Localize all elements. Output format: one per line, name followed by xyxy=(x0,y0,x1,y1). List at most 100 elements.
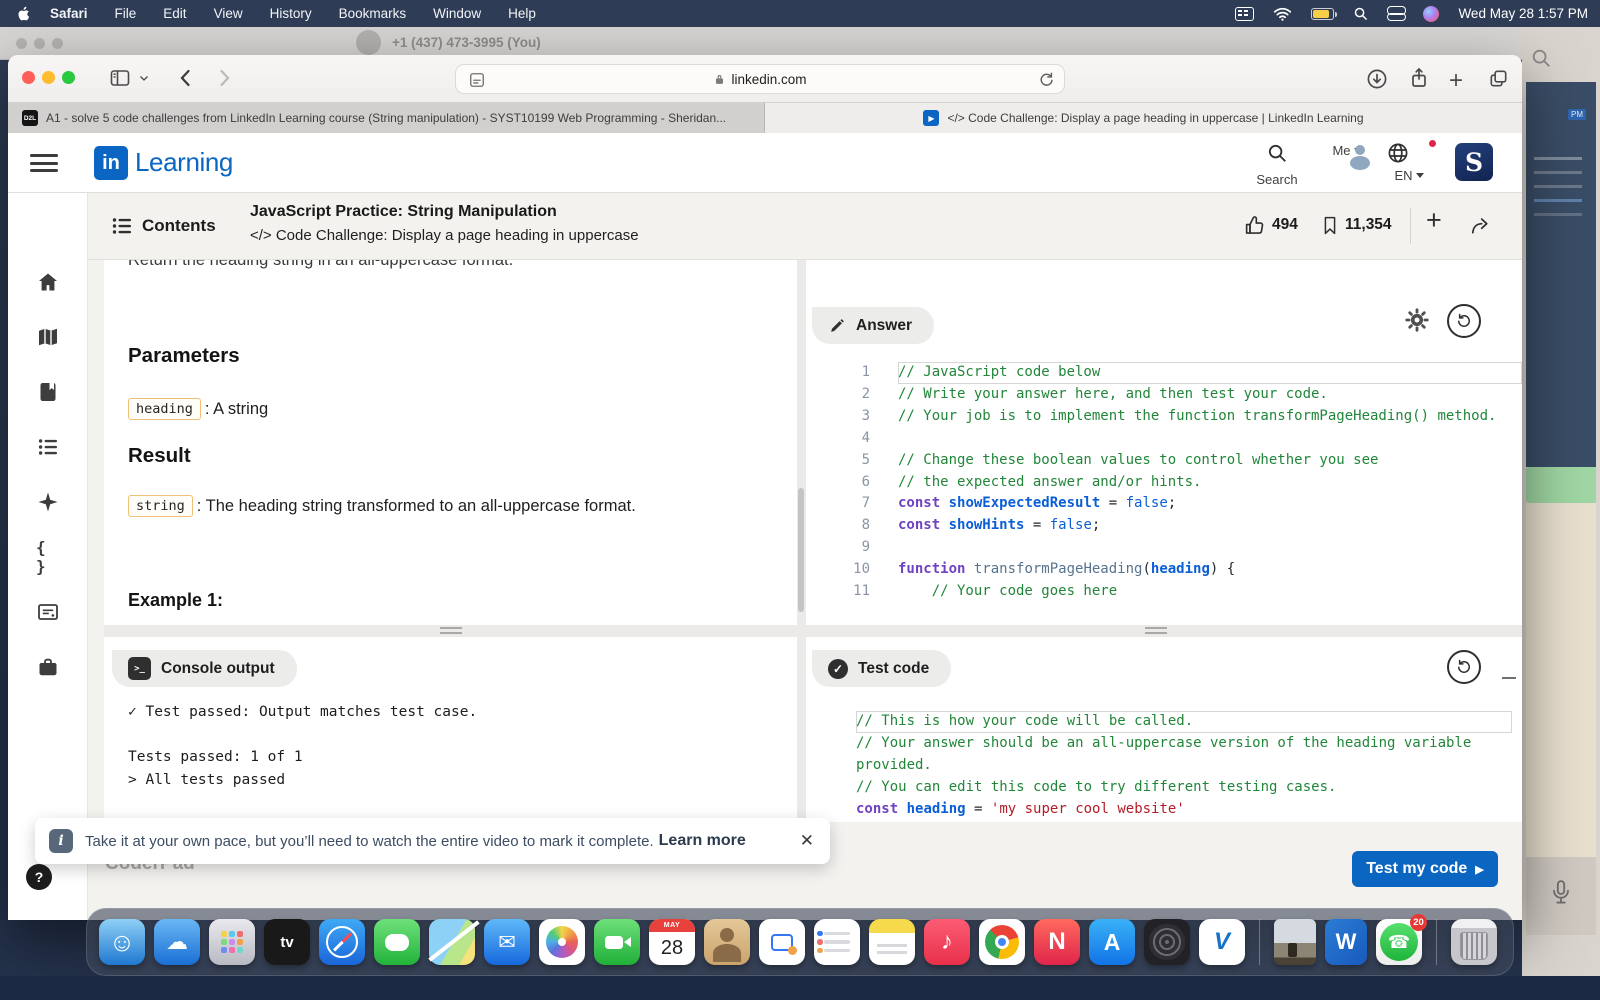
dock-safari-icon[interactable] xyxy=(319,919,365,965)
dock-app-store-icon[interactable]: A xyxy=(1089,919,1135,965)
menu-window[interactable]: Window xyxy=(433,6,481,21)
new-tab-button[interactable]: + xyxy=(1449,67,1463,95)
dock-facetime-icon[interactable] xyxy=(594,919,640,965)
like-icon[interactable] xyxy=(1243,214,1266,237)
code-line[interactable]: // This is how your code will be called. xyxy=(856,711,1512,733)
code-line[interactable]: 4 xyxy=(806,428,1522,450)
code-line[interactable]: 3// Your job is to implement the functio… xyxy=(806,406,1522,428)
dock-whatsapp-icon[interactable]: ☎20 xyxy=(1376,919,1422,965)
hamburger-menu-icon[interactable] xyxy=(30,154,58,172)
code-line[interactable]: 8const showHints = false; xyxy=(806,515,1522,537)
doc-scrollbar[interactable] xyxy=(798,488,804,612)
code-line[interactable]: 2// Write your answer here, and then tes… xyxy=(806,384,1522,406)
code-line[interactable]: 11 // Your code goes here xyxy=(806,581,1522,603)
menu-edit[interactable]: Edit xyxy=(163,6,186,21)
code-line[interactable]: 9 xyxy=(806,537,1522,559)
menu-view[interactable]: View xyxy=(214,6,243,21)
test-code-editor[interactable]: // This is how your code will be called.… xyxy=(856,711,1512,822)
traffic-minimize-button[interactable] xyxy=(42,71,55,84)
reset-code-button[interactable] xyxy=(1447,304,1481,338)
url-text[interactable]: linkedin.com xyxy=(731,72,806,87)
sidebar-item-map[interactable] xyxy=(36,325,60,349)
sidebar-item-sparkle[interactable] xyxy=(36,490,60,514)
console-tab[interactable]: >_ Console output xyxy=(112,650,297,687)
share-forward-icon[interactable] xyxy=(1468,214,1492,237)
code-line[interactable]: 1// JavaScript code below xyxy=(806,362,1522,384)
dock-news-icon[interactable]: N xyxy=(1034,919,1080,965)
menu-safari[interactable]: Safari xyxy=(50,6,88,21)
traffic-close-button[interactable] xyxy=(22,71,35,84)
url-bar[interactable]: linkedin.com xyxy=(455,64,1065,94)
test-my-code-button[interactable]: Test my code ▶ xyxy=(1352,851,1498,887)
tab-d2l-assignment[interactable]: D2L A1 - solve 5 code challenges from Li… xyxy=(8,103,765,133)
dock-calendar-icon[interactable]: MAY28 xyxy=(649,919,695,965)
dock-preview-window-icon[interactable] xyxy=(1274,919,1316,965)
control-center-icon[interactable] xyxy=(1387,6,1404,21)
dock-chrome-icon[interactable] xyxy=(979,919,1025,965)
siri-icon[interactable] xyxy=(1423,6,1439,22)
org-logo-badge[interactable]: S xyxy=(1455,143,1493,181)
dock-contacts-icon[interactable] xyxy=(704,919,750,965)
code-line[interactable]: // Your answer should be an all-uppercas… xyxy=(856,733,1512,777)
dock-photos-icon[interactable] xyxy=(539,919,585,965)
sidebar-item-library[interactable] xyxy=(36,380,60,404)
dock-word-icon[interactable]: W xyxy=(1325,919,1367,965)
code-line[interactable]: 6// the expected answer and/or hints. xyxy=(806,472,1522,494)
dock-mail-icon[interactable]: ✉ xyxy=(484,919,530,965)
sidebar-item-briefcase[interactable] xyxy=(36,655,60,679)
menu-bookmarks[interactable]: Bookmarks xyxy=(339,6,407,21)
sidebar-item-home[interactable] xyxy=(36,270,60,294)
dock-messages-icon[interactable] xyxy=(374,919,420,965)
dock-settings-rings-icon[interactable] xyxy=(1144,919,1190,965)
resize-grip[interactable] xyxy=(440,627,462,634)
code-line[interactable]: 5// Change these boolean values to contr… xyxy=(806,450,1522,472)
answer-code-editor[interactable]: 1// JavaScript code below2// Write your … xyxy=(806,362,1522,625)
contents-list-icon[interactable] xyxy=(110,214,134,238)
contents-label[interactable]: Contents xyxy=(142,216,216,236)
dock-reminders-icon[interactable] xyxy=(814,919,860,965)
sidebar-item-list[interactable] xyxy=(36,435,60,459)
help-button[interactable]: ? xyxy=(26,864,52,890)
tab-linkedin-learning[interactable]: ▶ </> Code Challenge: Display a page hea… xyxy=(765,103,1522,133)
gear-icon[interactable] xyxy=(1403,306,1431,334)
close-icon[interactable]: ✕ xyxy=(800,831,814,851)
menu-history[interactable]: History xyxy=(270,6,312,21)
add-button[interactable]: + xyxy=(1426,205,1442,236)
dock-freeform-icon[interactable] xyxy=(759,919,805,965)
spotlight-icon[interactable] xyxy=(1353,6,1368,21)
menu-file[interactable]: File xyxy=(115,6,137,21)
nav-search[interactable]: Search xyxy=(1251,142,1303,187)
menu-clock[interactable]: Wed May 28 1:57 PM xyxy=(1458,6,1588,21)
learn-more-link[interactable]: Learn more xyxy=(659,832,746,850)
dock-vscode-icon[interactable]: V xyxy=(1199,919,1245,965)
linkedin-logo-icon[interactable]: in xyxy=(94,146,128,180)
test-code-tab[interactable]: ✓ Test code xyxy=(812,650,951,687)
challenge-description-panel[interactable]: Return the heading string in an all-uppe… xyxy=(104,260,797,625)
forward-button[interactable] xyxy=(212,66,236,90)
nav-me[interactable]: Me xyxy=(1322,140,1372,158)
battery-icon[interactable] xyxy=(1311,8,1334,20)
reload-icon[interactable] xyxy=(1037,70,1056,89)
dock-music-icon[interactable]: ♪ xyxy=(924,919,970,965)
code-line[interactable]: // You can edit this code to try differe… xyxy=(856,777,1512,799)
back-button[interactable] xyxy=(174,66,198,90)
sidebar-chevron-icon[interactable] xyxy=(138,72,150,84)
reset-test-button[interactable] xyxy=(1447,650,1481,684)
sidebar-item-code[interactable]: { } xyxy=(36,545,60,569)
dock-cloud-utility-icon[interactable]: ☁ xyxy=(154,919,200,965)
resize-grip[interactable] xyxy=(1145,627,1167,634)
sidebar-item-certificate[interactable] xyxy=(36,600,60,624)
sidebar-toggle-icon[interactable] xyxy=(108,66,132,90)
nav-language[interactable]: EN xyxy=(1386,141,1432,183)
dock-trash-icon[interactable] xyxy=(1451,919,1497,965)
bookmark-icon[interactable] xyxy=(1320,214,1340,237)
code-line[interactable]: 7const showExpectedResult = false; xyxy=(806,493,1522,515)
page-settings-icon[interactable] xyxy=(467,70,487,90)
downloads-button[interactable] xyxy=(1365,67,1389,91)
menu-help[interactable]: Help xyxy=(508,6,536,21)
learning-logo-text[interactable]: Learning xyxy=(135,147,233,178)
dock-apple-tv-icon[interactable]: tv xyxy=(264,919,310,965)
code-line[interactable]: const heading = 'my super cool website' xyxy=(856,799,1512,821)
tab-overview-button[interactable] xyxy=(1487,67,1510,90)
dock-finder-icon[interactable]: ☺ xyxy=(99,919,145,965)
